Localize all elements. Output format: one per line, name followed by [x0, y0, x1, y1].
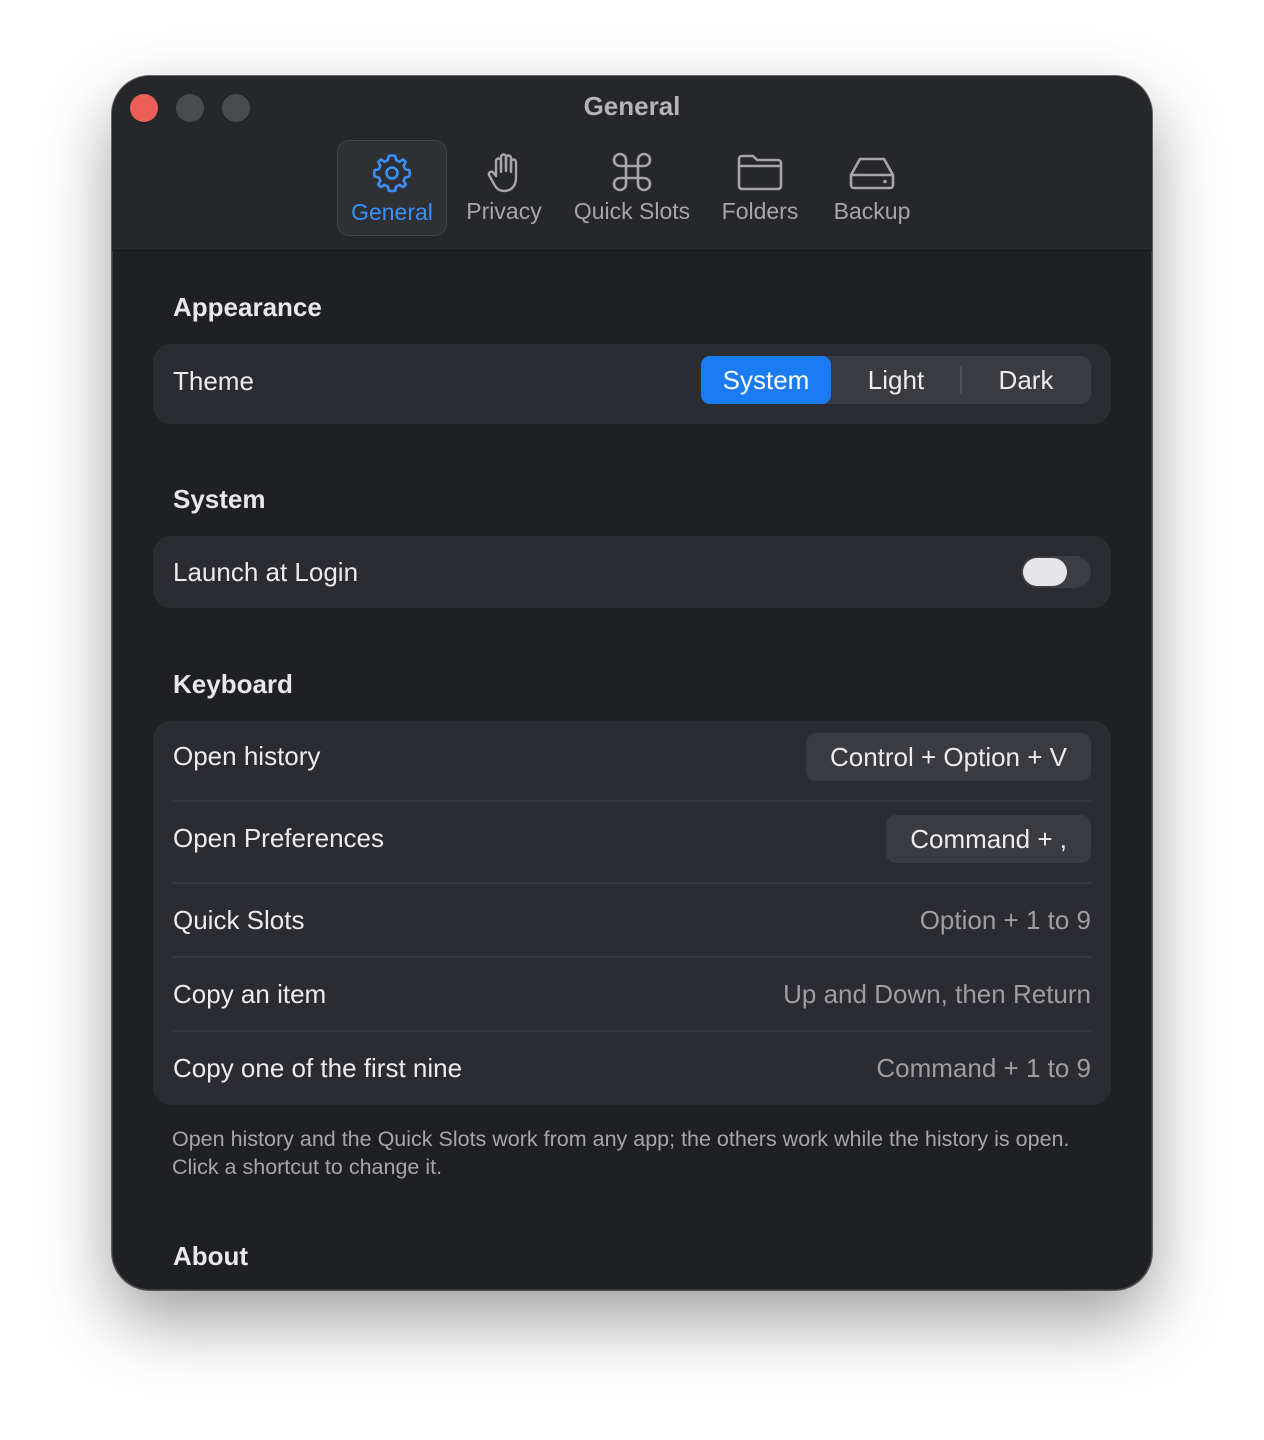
drive-icon [849, 157, 895, 190]
row-divider [173, 956, 1091, 958]
shortcut-button-open-history[interactable]: Control + Option + V [805, 733, 1091, 781]
tab-backup[interactable]: Backup [822, 140, 922, 236]
row-divider [173, 882, 1091, 884]
theme-segmented-control: System Light Dark [701, 356, 1091, 404]
theme-option-system[interactable]: System [701, 356, 831, 404]
theme-label: Theme [173, 366, 254, 396]
launch-at-login-label: Launch at Login [173, 557, 359, 587]
shortcut-button-open-preferences[interactable]: Command + , [886, 815, 1091, 863]
row-divider [173, 1030, 1091, 1032]
window-title: General [583, 91, 681, 121]
preferences-window: General General Privacy Quick Slots Fold… [112, 76, 1152, 1290]
theme-option-light[interactable]: Light [831, 356, 961, 404]
shortcut-label: Open Preferences [173, 823, 385, 853]
tab-folders[interactable]: Folders [710, 140, 810, 236]
section-title-about: About [173, 1241, 249, 1271]
tab-label: Privacy [466, 198, 542, 224]
shortcut-label: Quick Slots [173, 905, 305, 935]
command-icon [612, 152, 652, 192]
tab-label: Backup [833, 198, 911, 224]
tab-label: General [351, 199, 433, 225]
hand-icon [487, 153, 518, 193]
tab-quick-slots[interactable]: Quick Slots [567, 140, 697, 236]
keyboard-card: Open history Control + Option + V Open P… [153, 721, 1111, 1105]
theme-option-dark[interactable]: Dark [961, 356, 1091, 404]
section-title-system: System [173, 484, 266, 514]
shortcut-label: Copy one of the first nine [173, 1053, 463, 1083]
system-card: Launch at Login [153, 536, 1111, 608]
section-title-appearance: Appearance [173, 292, 322, 322]
tab-privacy[interactable]: Privacy [454, 140, 554, 236]
section-title-keyboard: Keyboard [173, 669, 293, 699]
appearance-card: Theme System Light Dark [153, 344, 1111, 424]
shortcut-value: Option + 1 to 9 [919, 905, 1091, 935]
toolbar: General General Privacy Quick Slots Fold… [112, 76, 1152, 251]
keyboard-footnote: Open history and the Quick Slots work fr… [172, 1127, 1070, 1179]
shortcut-value: Command + 1 to 9 [876, 1053, 1091, 1083]
tab-label: Folders [721, 198, 799, 224]
shortcut-label: Copy an item [173, 979, 327, 1009]
folder-icon [737, 154, 783, 191]
launch-at-login-toggle[interactable] [1021, 556, 1091, 588]
tab-label: Quick Slots [573, 198, 691, 224]
gear-icon [372, 154, 412, 193]
row-divider [173, 800, 1091, 802]
toggle-knob [1023, 558, 1067, 586]
shortcut-value: Up and Down, then Return [783, 979, 1091, 1009]
tab-general[interactable]: General [337, 140, 447, 236]
shortcut-label: Open history [173, 741, 321, 771]
